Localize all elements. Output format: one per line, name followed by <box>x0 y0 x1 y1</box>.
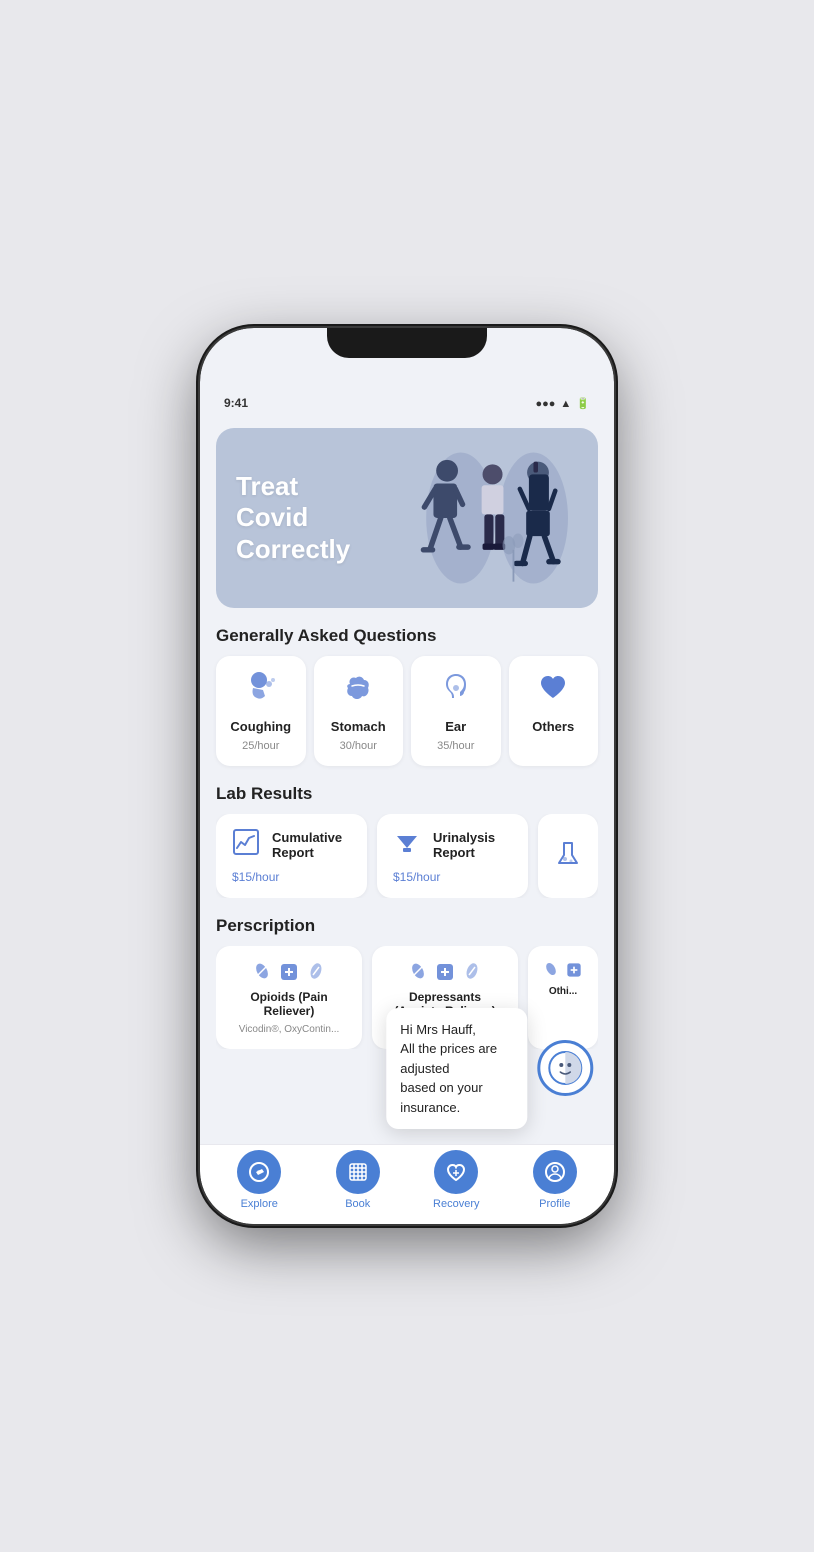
explore-label: Explore <box>241 1198 278 1210</box>
flask-icon <box>554 839 582 873</box>
hero-illustration <box>378 428 598 608</box>
coughing-price: 25/hour <box>242 740 279 752</box>
lab-row: Cumulative Report $15/hour Urinalysis Re… <box>216 814 598 898</box>
cumulative-price: $15/hour <box>232 870 279 884</box>
nav-item-recovery[interactable]: Recovery <box>407 1150 506 1210</box>
book-label: Book <box>345 1198 370 1210</box>
book-icon[interactable] <box>336 1150 380 1194</box>
faq-section-title: Generally Asked Questions <box>216 626 598 646</box>
faq-card-coughing[interactable]: Coughing 25/hour <box>216 656 306 766</box>
lab-card-inner-2: Urinalysis Report <box>393 828 512 862</box>
ear-label: Ear <box>445 719 466 734</box>
status-bar: 9:41 ●●● ▲ 🔋 <box>200 372 614 416</box>
nav-item-explore[interactable]: Explore <box>210 1150 309 1210</box>
stomach-label: Stomach <box>331 719 386 734</box>
faq-card-ear[interactable]: Ear 35/hour <box>411 656 501 766</box>
screen-content[interactable]: 9:41 ●●● ▲ 🔋 Treat Covid Correctly <box>200 328 614 1224</box>
status-time: 9:41 <box>224 396 248 410</box>
prescription-section-title: Perscription <box>216 916 598 936</box>
tooltip-overlay: Hi Mrs Hauff, All the prices are adjuste… <box>386 1008 593 1130</box>
partial-icons <box>542 960 584 980</box>
opioids-icons <box>251 960 327 984</box>
stomach-icon <box>340 670 376 713</box>
faq-grid: Coughing 25/hour Stomach 30/hour <box>216 656 598 766</box>
cumulative-title: Cumulative Report <box>272 830 351 860</box>
bottom-nav: Explore Book <box>200 1144 614 1224</box>
phone-screen: 9:41 ●●● ▲ 🔋 Treat Covid Correctly <box>200 328 614 1224</box>
stomach-price: 30/hour <box>340 740 377 752</box>
nav-item-book[interactable]: Book <box>309 1150 408 1210</box>
hero-text: Treat Covid Correctly <box>236 471 350 565</box>
signal-icon: ●●● <box>535 398 555 410</box>
faq-card-stomach[interactable]: Stomach 30/hour <box>314 656 404 766</box>
battery-icon: 🔋 <box>576 397 590 410</box>
partial-label: Othi... <box>549 986 577 997</box>
cumulative-icon <box>232 828 260 862</box>
lab-card-inner-1: Cumulative Report <box>232 828 351 862</box>
urinalysis-icon <box>393 828 421 862</box>
coughing-label: Coughing <box>230 719 291 734</box>
profile-label: Profile <box>539 1198 570 1210</box>
lab-card-partial[interactable] <box>538 814 598 898</box>
tooltip-avatar <box>537 1040 593 1096</box>
recovery-label: Recovery <box>433 1198 479 1210</box>
status-icons: ●●● ▲ 🔋 <box>535 397 590 410</box>
depressants-icons <box>407 960 483 984</box>
explore-icon[interactable] <box>237 1150 281 1194</box>
lab-section-title: Lab Results <box>216 784 598 804</box>
tooltip-message: Hi Mrs Hauff, All the prices are adjuste… <box>400 1022 497 1115</box>
lab-card-urinalysis[interactable]: Urinalysis Report $15/hour <box>377 814 528 898</box>
wifi-icon: ▲ <box>560 398 571 410</box>
faq-card-others[interactable]: Others <box>509 656 599 766</box>
prescription-card-opioids[interactable]: Opioids (Pain Reliever) Vicodin®, OxyCon… <box>216 946 362 1049</box>
ear-price: 35/hour <box>437 740 474 752</box>
ear-icon <box>438 670 474 713</box>
phone-frame: 9:41 ●●● ▲ 🔋 Treat Covid Correctly <box>200 328 614 1224</box>
nav-item-profile[interactable]: Profile <box>506 1150 605 1210</box>
others-label: Others <box>532 719 574 734</box>
hero-banner: Treat Covid Correctly <box>216 428 598 608</box>
urinalysis-title: Urinalysis Report <box>433 830 512 860</box>
urinalysis-price: $15/hour <box>393 870 440 884</box>
lab-card-cumulative[interactable]: Cumulative Report $15/hour <box>216 814 367 898</box>
tooltip-box: Hi Mrs Hauff, All the prices are adjuste… <box>386 1008 527 1130</box>
hero-title: Treat Covid Correctly <box>236 471 350 565</box>
people-illustration <box>388 433 588 603</box>
opioids-label: Opioids (Pain Reliever) <box>228 990 350 1018</box>
notch <box>327 328 487 358</box>
others-heart-icon <box>535 670 571 713</box>
recovery-icon[interactable] <box>434 1150 478 1194</box>
coughing-icon <box>243 670 279 713</box>
profile-icon[interactable] <box>533 1150 577 1194</box>
opioids-sub: Vicodin®, OxyContin... <box>239 1024 340 1035</box>
